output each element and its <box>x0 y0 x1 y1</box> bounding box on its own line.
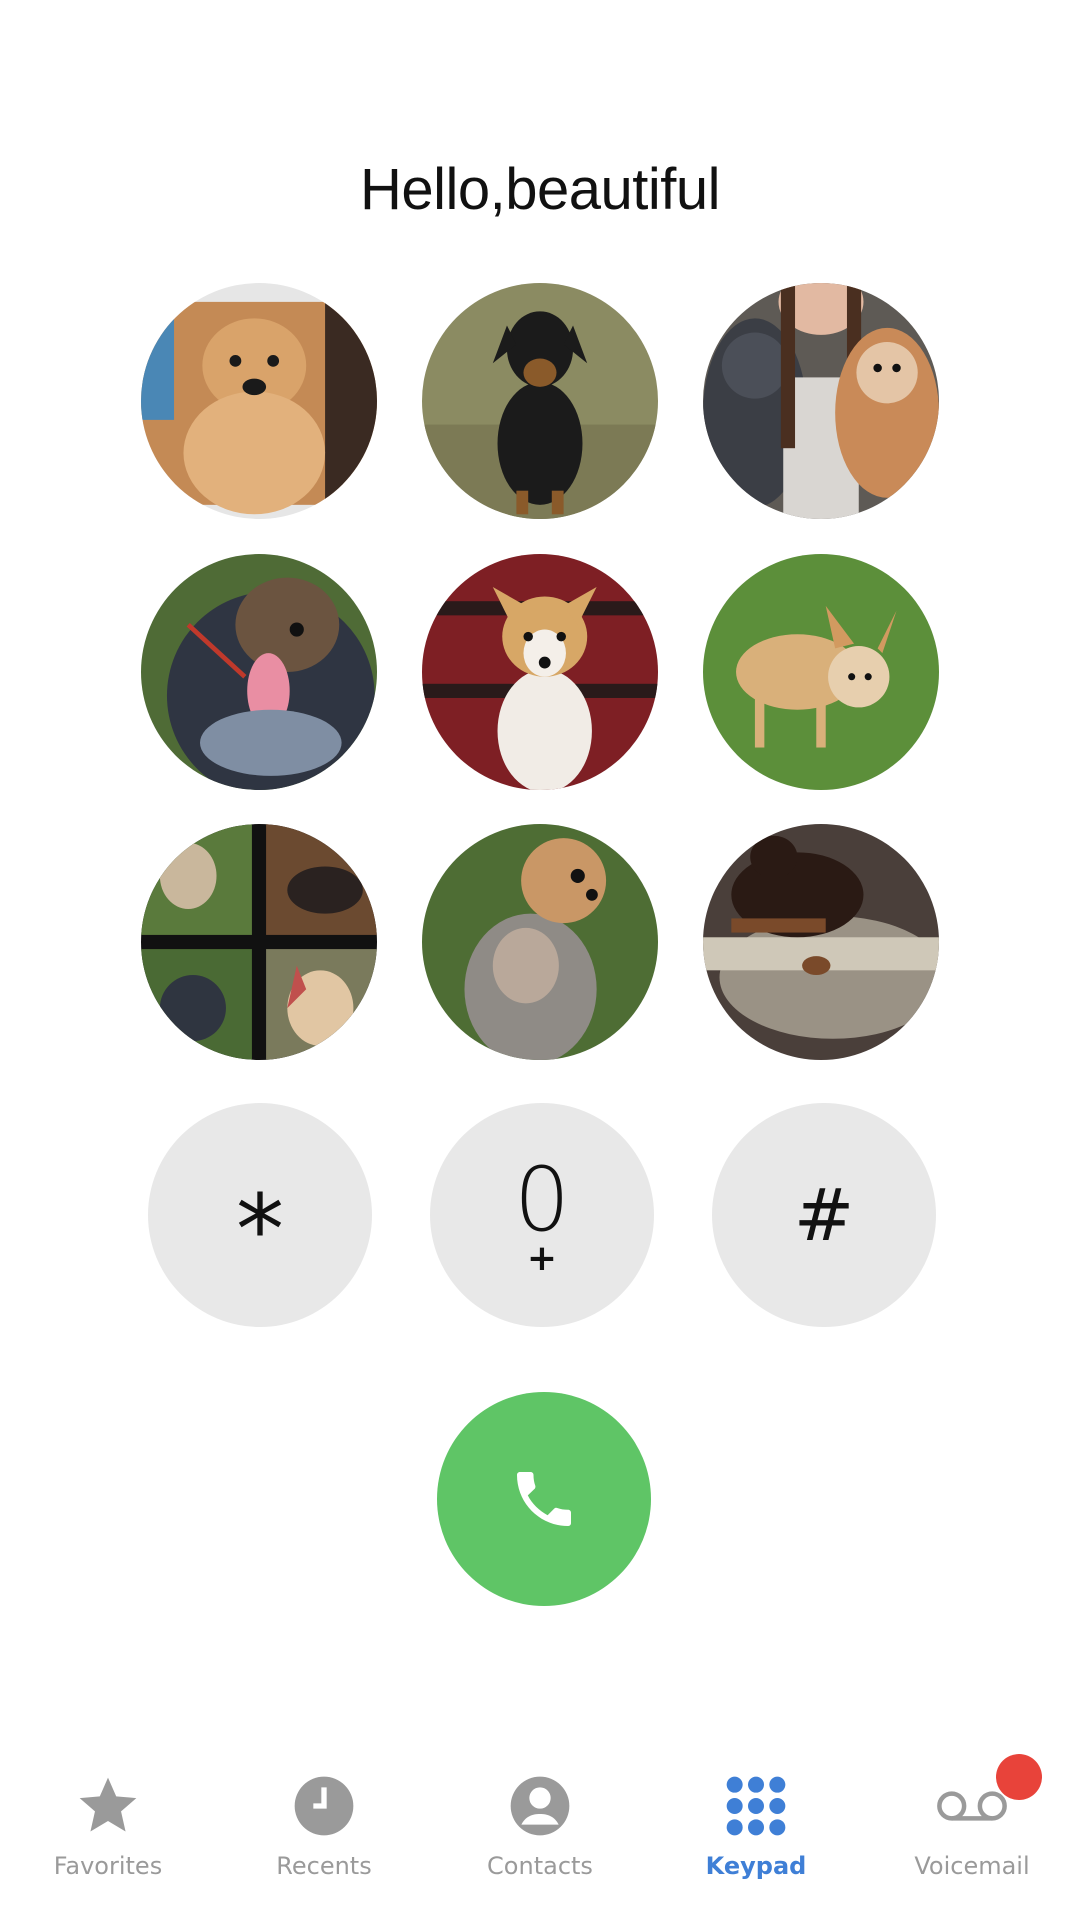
key-zero-sublabel: + <box>526 1238 558 1279</box>
speed-dial-photo-1[interactable] <box>141 283 377 519</box>
key-hash-label: # <box>793 1173 855 1257</box>
tab-favorites-label: Favorites <box>53 1852 163 1880</box>
speed-dial-photo-2[interactable] <box>422 283 658 519</box>
phone-icon <box>517 1472 571 1526</box>
tab-voicemail-label: Voicemail <box>914 1852 1030 1880</box>
speed-dial-photo-9[interactable] <box>703 824 939 1060</box>
key-zero-label: 0 <box>514 1148 570 1251</box>
key-star-label: * <box>236 1174 284 1286</box>
voicemail-badge <box>996 1754 1042 1800</box>
key-star[interactable]: * <box>148 1103 372 1327</box>
tab-voicemail[interactable]: Voicemail <box>864 1754 1080 1920</box>
keypad-icon <box>720 1770 792 1842</box>
person-icon <box>504 1770 576 1842</box>
tab-favorites[interactable]: Favorites <box>0 1770 216 1920</box>
voicemail-icon <box>936 1754 1042 1842</box>
tab-recents-label: Recents <box>276 1852 372 1880</box>
tab-bar: Favorites Recents Contacts Keypad Voicem… <box>0 1754 1080 1920</box>
clock-icon <box>288 1770 360 1842</box>
tab-keypad-label: Keypad <box>705 1852 807 1880</box>
star-icon <box>72 1770 144 1842</box>
tab-contacts[interactable]: Contacts <box>432 1770 648 1920</box>
tab-keypad[interactable]: Keypad <box>648 1770 864 1920</box>
tab-contacts-label: Contacts <box>487 1852 593 1880</box>
tab-recents[interactable]: Recents <box>216 1770 432 1920</box>
speed-dial-photo-3[interactable] <box>703 283 939 519</box>
key-hash[interactable]: # <box>712 1103 936 1327</box>
speed-dial-photo-4[interactable] <box>141 554 377 790</box>
phone-keypad-screen: Hello,beautiful * 0 + # Favorites Recent… <box>0 0 1080 1920</box>
greeting-title: Hello,beautiful <box>359 157 721 222</box>
speed-dial-photo-5[interactable] <box>422 554 658 790</box>
speed-dial-photo-8[interactable] <box>422 824 658 1060</box>
call-button[interactable] <box>437 1392 651 1606</box>
key-zero[interactable]: 0 + <box>430 1103 654 1327</box>
speed-dial-photo-7[interactable] <box>141 824 377 1060</box>
speed-dial-photo-6[interactable] <box>703 554 939 790</box>
